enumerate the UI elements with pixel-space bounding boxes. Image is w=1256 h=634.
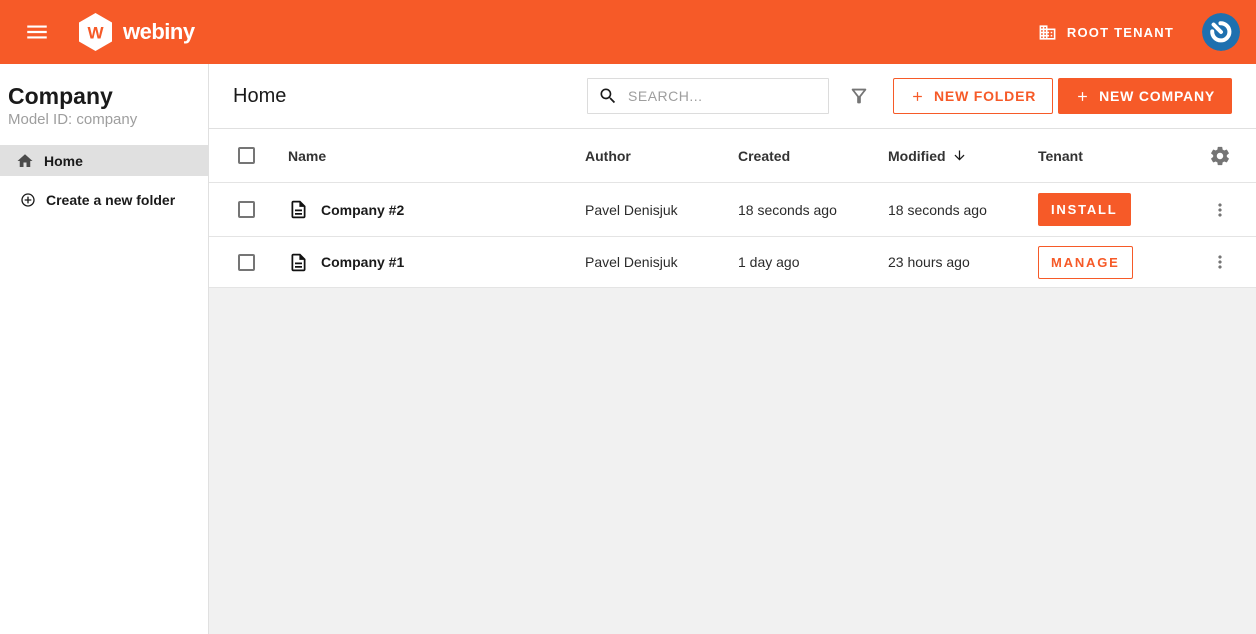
model-title: Company xyxy=(0,83,208,109)
main-content: Home NEW FOLDER NEW COMPAN xyxy=(209,64,1256,634)
sort-desc-icon xyxy=(952,148,967,163)
new-company-button[interactable]: NEW COMPANY xyxy=(1058,78,1232,114)
webiny-logo-icon: W xyxy=(77,12,114,52)
entry-created: 1 day ago xyxy=(738,254,888,270)
menu-icon[interactable] xyxy=(23,18,51,46)
document-icon xyxy=(288,252,309,273)
row-kebab-menu-icon[interactable] xyxy=(1207,197,1233,223)
new-company-label: NEW COMPANY xyxy=(1099,88,1215,104)
webiny-wordmark: webiny xyxy=(123,19,195,45)
sidebar: Company Model ID: company Home Create a … xyxy=(0,64,209,634)
top-app-bar: W webiny ROOT TENANT xyxy=(0,0,1256,64)
column-header-tenant[interactable]: Tenant xyxy=(1038,148,1207,164)
folder-tree: Home Create a new folder xyxy=(0,145,208,215)
search-input[interactable] xyxy=(628,88,818,104)
column-header-name[interactable]: Name xyxy=(288,148,585,164)
manage-button[interactable]: MANAGE xyxy=(1038,246,1133,279)
entry-name: Company #1 xyxy=(321,254,404,270)
add-circle-icon xyxy=(20,192,36,208)
sidebar-item-label: Home xyxy=(44,153,83,169)
tenant-cell: MANAGE xyxy=(1038,246,1207,279)
search-icon xyxy=(598,86,618,106)
tenant-label: ROOT TENANT xyxy=(1067,25,1174,40)
building-icon xyxy=(1038,23,1057,42)
column-header-modified-label: Modified xyxy=(888,148,946,164)
model-id-subtitle: Model ID: company xyxy=(0,109,208,128)
sidebar-item-home[interactable]: Home xyxy=(0,145,208,176)
search-box xyxy=(587,78,829,114)
entry-author: Pavel Denisjuk xyxy=(585,254,738,270)
filter-icon[interactable] xyxy=(847,84,871,108)
table-header-row: Name Author Created Modified Tenant xyxy=(209,129,1256,183)
user-avatar[interactable] xyxy=(1202,13,1240,51)
home-icon xyxy=(16,152,34,170)
new-folder-button[interactable]: NEW FOLDER xyxy=(893,78,1053,114)
entry-name-cell[interactable]: Company #1 xyxy=(288,252,585,273)
entry-modified: 23 hours ago xyxy=(888,254,1038,270)
page-title: Home xyxy=(233,85,587,108)
row-checkbox[interactable] xyxy=(238,254,255,271)
entry-author: Pavel Denisjuk xyxy=(585,202,738,218)
webiny-logo[interactable]: W webiny xyxy=(77,12,195,52)
table-row[interactable]: Company #1 Pavel Denisjuk 1 day ago 23 h… xyxy=(209,237,1256,288)
entry-name-cell[interactable]: Company #2 xyxy=(288,199,585,220)
entry-created: 18 seconds ago xyxy=(738,202,888,218)
document-icon xyxy=(288,199,309,220)
row-checkbox[interactable] xyxy=(238,201,255,218)
column-header-created[interactable]: Created xyxy=(738,148,888,164)
new-folder-label: NEW FOLDER xyxy=(934,88,1036,104)
plus-icon xyxy=(910,89,925,104)
row-kebab-menu-icon[interactable] xyxy=(1207,249,1233,275)
tenant-selector[interactable]: ROOT TENANT xyxy=(1038,23,1174,42)
create-folder-label: Create a new folder xyxy=(46,192,175,208)
select-all-checkbox[interactable] xyxy=(238,147,255,164)
entry-modified: 18 seconds ago xyxy=(888,202,1038,218)
tenant-cell: INSTALL xyxy=(1038,193,1207,226)
column-header-author[interactable]: Author xyxy=(585,148,738,164)
svg-text:W: W xyxy=(87,24,104,43)
plus-icon xyxy=(1075,89,1090,104)
create-new-folder-button[interactable]: Create a new folder xyxy=(0,184,208,215)
content-header: Home NEW FOLDER NEW COMPAN xyxy=(209,64,1256,129)
column-header-modified[interactable]: Modified xyxy=(888,148,1038,164)
install-button[interactable]: INSTALL xyxy=(1038,193,1131,226)
table-settings-icon[interactable] xyxy=(1207,143,1233,169)
empty-content-area xyxy=(209,288,1256,634)
table-row[interactable]: Company #2 Pavel Denisjuk 18 seconds ago… xyxy=(209,183,1256,237)
entry-name: Company #2 xyxy=(321,202,404,218)
